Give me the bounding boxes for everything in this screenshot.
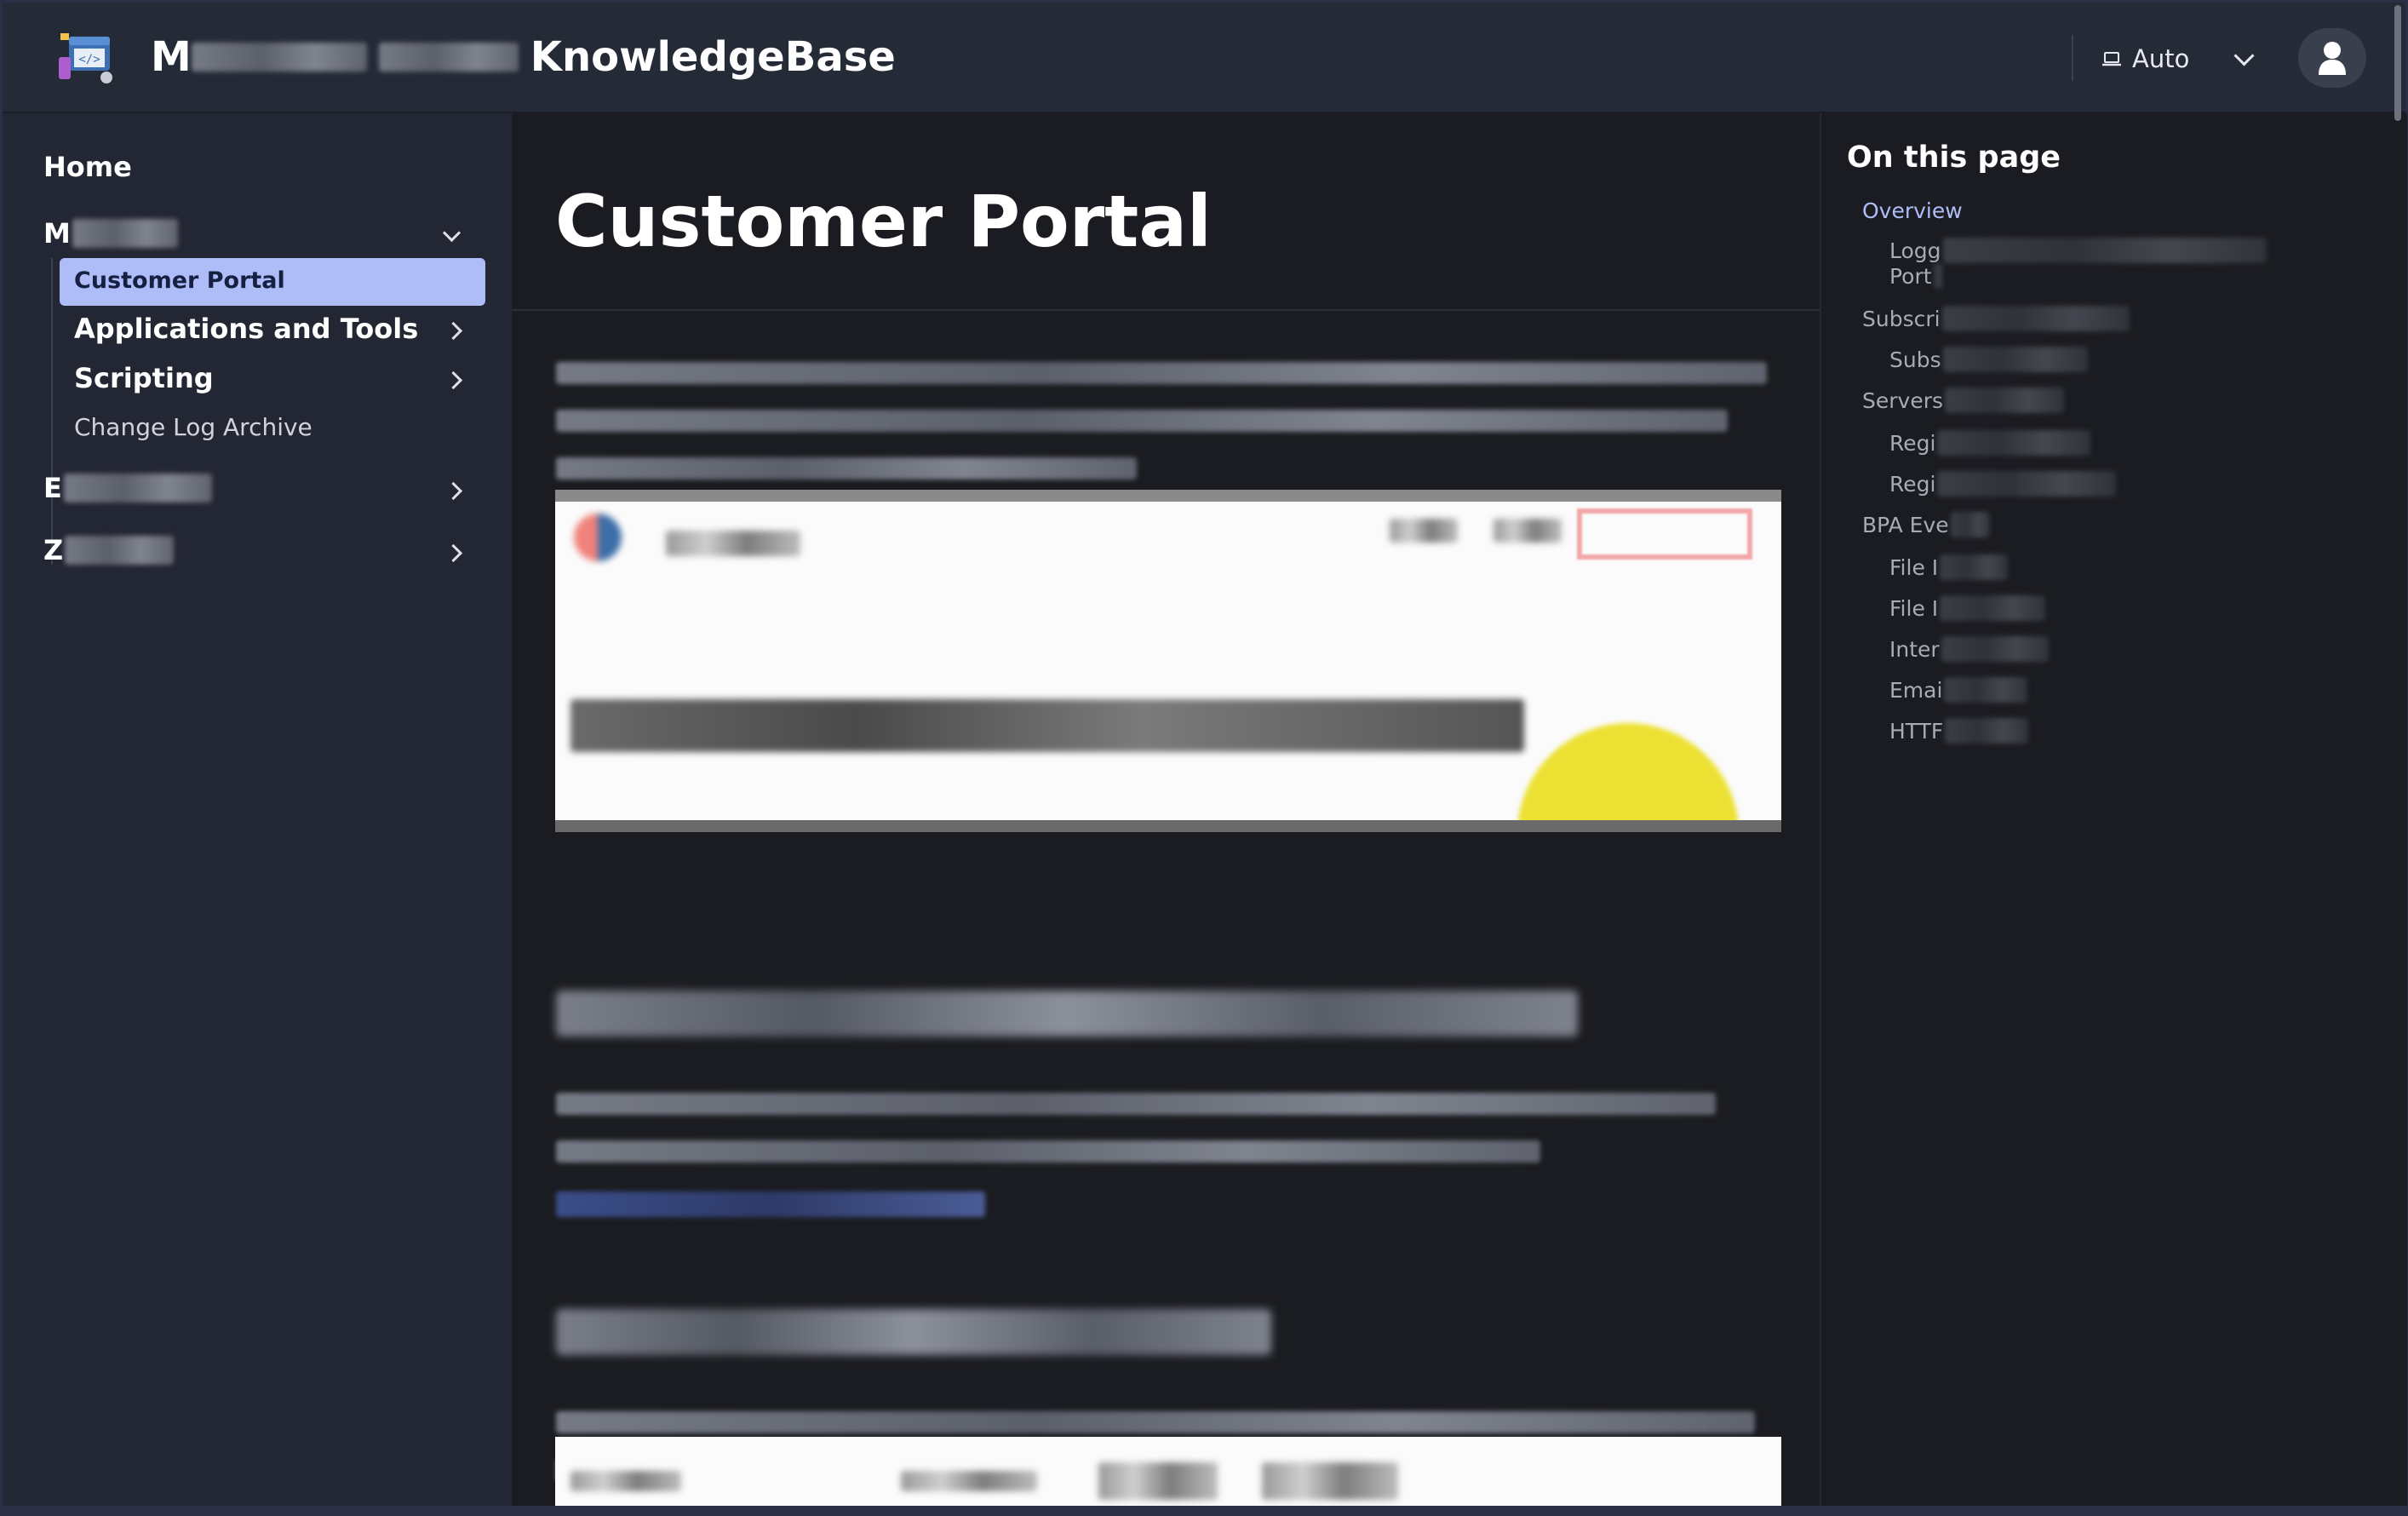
sidebar-item-home[interactable]: Home bbox=[43, 151, 132, 183]
svg-text:</>: </> bbox=[78, 53, 100, 66]
site-title-prefix: M bbox=[151, 33, 192, 81]
toc-item-bpa-sub-5[interactable]: HTTF bbox=[1889, 718, 2029, 744]
sidebar-group-3-initial: Z bbox=[43, 534, 64, 566]
portal-link[interactable] bbox=[556, 1192, 985, 1217]
redacted-text bbox=[378, 43, 519, 72]
toc-item-label: Port bbox=[1889, 263, 1932, 289]
redacted-text bbox=[72, 219, 178, 248]
user-icon bbox=[2319, 42, 2346, 75]
section-heading-login bbox=[556, 991, 1578, 1037]
toc-item-bpa-events[interactable]: BPA Eve bbox=[1862, 512, 1990, 537]
window-bottom-edge bbox=[0, 1506, 2408, 1516]
toc-item-label: Regi bbox=[1889, 471, 1936, 497]
chevron-right-icon[interactable] bbox=[444, 321, 463, 341]
theme-select[interactable]: Auto bbox=[2101, 40, 2255, 78]
toc-item-label: Logg bbox=[1889, 238, 1941, 263]
toc-item-label: Subscri bbox=[1862, 306, 1941, 331]
sidebar-group-1[interactable]: M bbox=[43, 217, 178, 250]
toc-item-login[interactable]: Logg bbox=[1889, 238, 2267, 263]
on-this-page-toc: On this page Overview Logg Port Subscri … bbox=[1820, 113, 2407, 1513]
toc-item-label: Subs bbox=[1889, 347, 1941, 372]
chevron-down-icon bbox=[2233, 44, 2255, 66]
toc-item-label: HTTF bbox=[1889, 718, 1944, 744]
sidebar-item-change-log-archive[interactable]: Change Log Archive bbox=[74, 413, 312, 441]
top-header: </> M KnowledgeBase Auto bbox=[3, 3, 2405, 113]
sidebar-group-2[interactable]: E bbox=[43, 472, 212, 504]
tree-line bbox=[51, 258, 53, 565]
chevron-down-icon[interactable] bbox=[442, 223, 462, 243]
toc-item-bpa-sub-3[interactable]: Inter bbox=[1889, 636, 2049, 662]
main-content: Customer Portal bbox=[512, 113, 1820, 1513]
intro-paragraph bbox=[556, 362, 1767, 505]
toc-item-bpa-sub-2[interactable]: File I bbox=[1889, 595, 2046, 621]
toc-title: On this page bbox=[1847, 141, 2061, 175]
user-menu-button[interactable] bbox=[2298, 28, 2366, 88]
laptop-icon bbox=[2102, 52, 2121, 66]
chevron-right-icon[interactable] bbox=[444, 543, 463, 563]
page-title: Customer Portal bbox=[555, 180, 1212, 263]
sidebar-item-customer-portal[interactable]: Customer Portal bbox=[60, 258, 485, 306]
toc-item-subscription[interactable]: Subscri bbox=[1862, 306, 2130, 331]
toc-item-subscription-sub[interactable]: Subs bbox=[1889, 347, 2088, 372]
toc-item-label: File I bbox=[1889, 554, 1939, 580]
chevron-right-icon[interactable] bbox=[444, 370, 463, 390]
toc-item-label: File I bbox=[1889, 595, 1939, 621]
section-heading-subscription bbox=[556, 1309, 1271, 1355]
sidebar-group-2-initial: E bbox=[43, 472, 62, 504]
toc-item-bpa-sub-4[interactable]: Emai bbox=[1889, 677, 2028, 703]
portal-screenshot-image bbox=[555, 490, 1781, 832]
toc-item-servers[interactable]: Servers bbox=[1862, 388, 2065, 413]
toc-item-servers-sub-2[interactable]: Regi bbox=[1889, 471, 2117, 497]
redacted-text bbox=[65, 536, 175, 565]
toc-item-label: Emai bbox=[1889, 677, 1943, 703]
sidebar-nav: Home M Customer Portal Applications and … bbox=[3, 113, 512, 1513]
header-divider bbox=[2072, 35, 2073, 81]
login-paragraph bbox=[556, 1093, 1716, 1188]
code-editor-logo-icon[interactable]: </> bbox=[57, 32, 117, 86]
chevron-right-icon[interactable] bbox=[444, 481, 463, 501]
toc-item-bpa-sub-1[interactable]: File I bbox=[1889, 554, 2009, 580]
theme-select-label: Auto bbox=[2132, 44, 2190, 73]
site-title[interactable]: M KnowledgeBase bbox=[151, 33, 896, 81]
title-divider bbox=[512, 309, 1820, 311]
sidebar-item-applications-and-tools[interactable]: Applications and Tools bbox=[74, 313, 418, 345]
redacted-text bbox=[63, 474, 212, 502]
toc-item-label: Inter bbox=[1889, 636, 1940, 662]
sidebar-item-scripting[interactable]: Scripting bbox=[74, 362, 214, 394]
toc-item-label: Regi bbox=[1889, 430, 1936, 456]
subscription-screenshot-image bbox=[555, 1437, 1781, 1513]
toc-item-label: BPA Eve bbox=[1862, 512, 1949, 537]
sidebar-group-3[interactable]: Z bbox=[43, 534, 175, 566]
toc-item-login-cont[interactable]: Port bbox=[1889, 263, 1942, 289]
toc-item-label: Servers bbox=[1862, 388, 1944, 413]
page-scrollbar[interactable] bbox=[2394, 5, 2401, 121]
sidebar-group-1-initial: M bbox=[43, 217, 71, 250]
site-title-suffix: KnowledgeBase bbox=[530, 33, 896, 81]
toc-item-label: Overview bbox=[1862, 198, 1963, 223]
toc-item-overview[interactable]: Overview bbox=[1862, 198, 1963, 223]
toc-item-servers-sub-1[interactable]: Regi bbox=[1889, 430, 2091, 456]
redacted-text bbox=[191, 43, 367, 72]
